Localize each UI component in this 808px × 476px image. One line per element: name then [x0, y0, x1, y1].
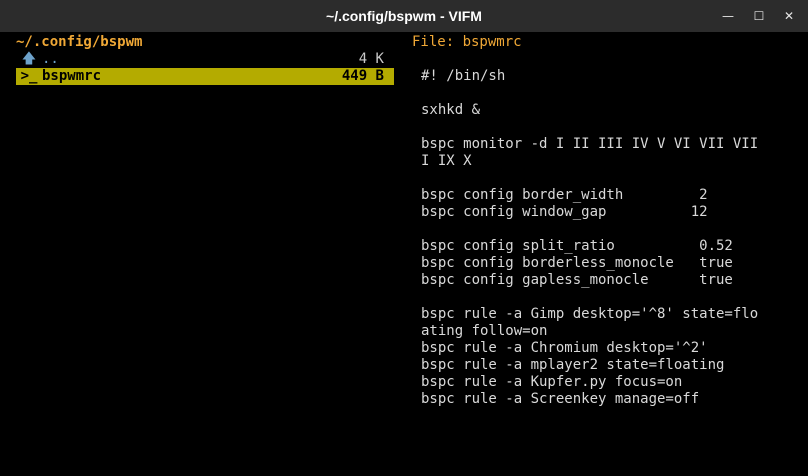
- preview-line: sxhkd &: [421, 102, 481, 118]
- file-row-parent[interactable]: 🡅 .. 4 K: [16, 51, 394, 68]
- preview-line: bspc rule -a mplayer2 state=floating: [421, 357, 725, 373]
- file-name: ..: [42, 51, 59, 67]
- minimize-icon[interactable]: —: [716, 0, 740, 32]
- file-size: 4 K: [358, 51, 384, 67]
- preview-line: bspc rule -a Screenkey manage=off: [421, 391, 700, 407]
- preview-line: bspc config border_width 2: [421, 187, 708, 203]
- preview-line: bspc config borderless_monocle true: [421, 255, 733, 271]
- close-icon[interactable]: ✕: [777, 0, 801, 32]
- preview-line: ating follow=on: [421, 323, 548, 339]
- preview-line: #! /bin/sh: [421, 68, 506, 84]
- terminal-area[interactable]: ~/.config/bspwm 🡅 .. 4 K >_ bspwmrc 449 …: [0, 32, 808, 476]
- executable-icon: >_: [20, 68, 38, 84]
- preview-header: File: bspwmrc: [412, 34, 522, 50]
- left-pane-path: ~/.config/bspwm: [16, 34, 394, 51]
- title-bar[interactable]: ~/.config/bspwm - VIFM — ☐ ✕: [0, 0, 808, 32]
- arrow-up-icon: 🡅: [21, 51, 37, 67]
- maximize-icon[interactable]: ☐: [747, 0, 771, 32]
- preview-line: bspc config gapless_monocle true: [421, 272, 733, 288]
- file-row-selected[interactable]: >_ bspwmrc 449 B: [16, 68, 394, 85]
- file-size: 449 B: [341, 68, 384, 84]
- file-name: bspwmrc: [42, 68, 102, 84]
- preview-line: I IX X: [421, 153, 472, 169]
- preview-line: bspc rule -a Gimp desktop='^8' state=flo: [421, 306, 759, 322]
- window-title: ~/.config/bspwm - VIFM: [326, 8, 482, 24]
- preview-line: bspc config split_ratio 0.52: [421, 238, 733, 254]
- preview-line: bspc rule -a Kupfer.py focus=on: [421, 374, 683, 390]
- preview-line: bspc monitor -d I II III IV V VI VII VII: [421, 136, 759, 152]
- preview-line: bspc rule -a Chromium desktop='^2': [421, 340, 708, 356]
- preview-line: bspc config window_gap 12: [421, 204, 708, 220]
- vifm-window: ~/.config/bspwm - VIFM — ☐ ✕ ~/.config/b…: [0, 0, 808, 476]
